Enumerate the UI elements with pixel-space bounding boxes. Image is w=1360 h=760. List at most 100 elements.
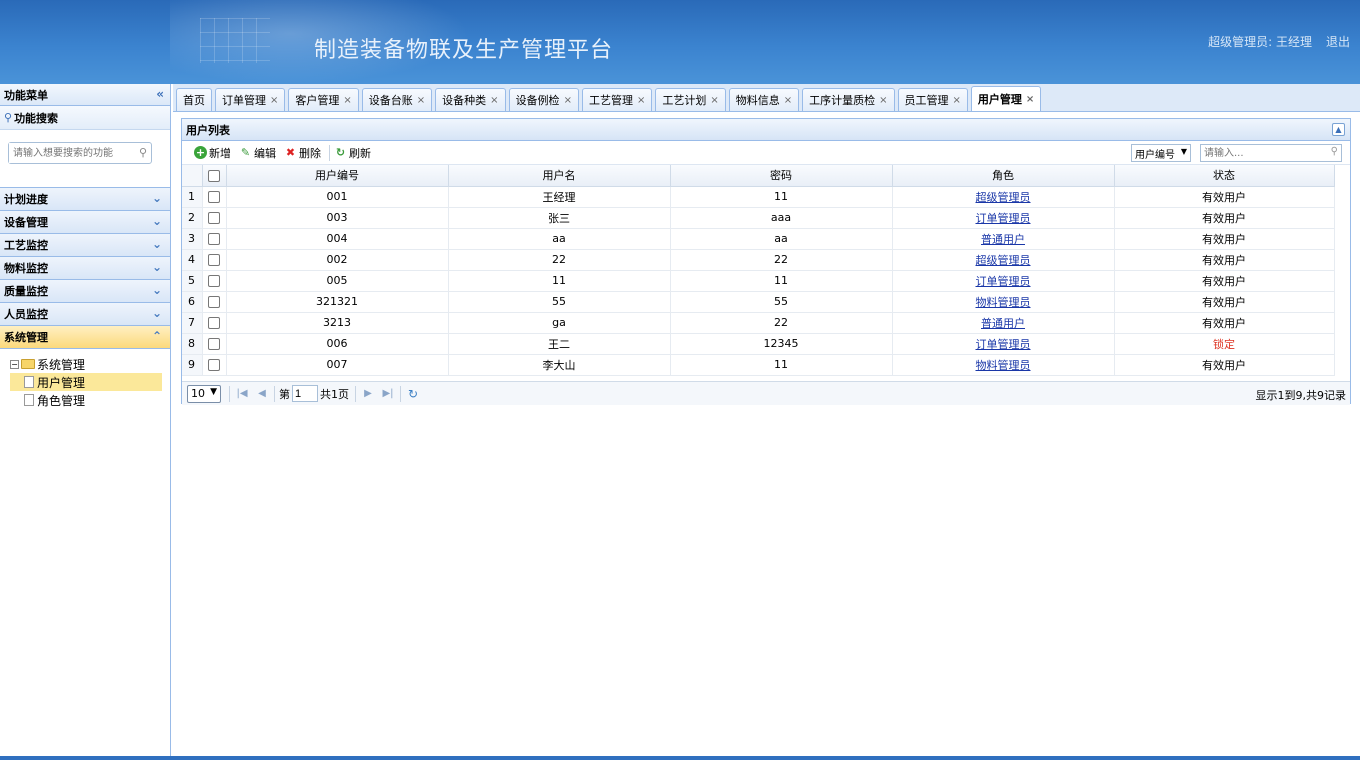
tab-process-plan[interactable]: 工艺计划 × [655, 88, 726, 111]
row-checkbox[interactable] [208, 254, 220, 266]
prev-page-icon[interactable]: ◀ [254, 386, 270, 402]
row-checkbox[interactable] [208, 191, 220, 203]
collapse-icon[interactable]: − [10, 359, 19, 369]
close-icon[interactable]: × [879, 95, 887, 106]
row-checkbox[interactable] [208, 317, 220, 329]
last-page-icon[interactable]: ▶| [380, 386, 396, 402]
close-icon[interactable]: × [343, 95, 351, 106]
row-checkbox[interactable] [208, 338, 220, 350]
role-link[interactable]: 订单管理员 [976, 338, 1031, 351]
table-header-row: 用户编号 用户名 密码 角色 状态 [182, 165, 1335, 187]
plus-icon: + [194, 146, 207, 159]
tab-home[interactable]: 首页 [176, 88, 212, 111]
menu-process[interactable]: 工艺监控 ⌄ [0, 234, 170, 257]
role-link[interactable]: 物料管理员 [976, 296, 1031, 309]
close-icon[interactable]: × [564, 95, 572, 106]
close-icon[interactable]: × [953, 95, 961, 106]
search-icon[interactable]: ⚲ [139, 146, 147, 159]
tab-equipment-ledger[interactable]: 设备台账 × [361, 88, 433, 111]
close-icon[interactable]: × [710, 95, 718, 106]
tab-material-info[interactable]: 物料信息 × [728, 88, 800, 111]
close-icon[interactable]: × [417, 95, 425, 106]
column-header[interactable]: 角色 [892, 165, 1115, 187]
tree-item-user-management[interactable]: 用户管理 [10, 373, 162, 391]
row-checkbox[interactable] [208, 233, 220, 245]
role-link[interactable]: 物料管理员 [976, 359, 1031, 372]
logout-link[interactable]: 退出 [1326, 33, 1350, 50]
table-row[interactable]: 4 002 22 22 超级管理员 有效用户 [182, 249, 1335, 271]
column-header[interactable]: 用户编号 [226, 165, 449, 187]
user-id-cell: 006 [226, 333, 449, 355]
user-name-cell: 22 [448, 249, 671, 271]
row-checkbox[interactable] [208, 359, 220, 371]
header-decoration [200, 18, 270, 63]
menu-material[interactable]: 物料监控 ⌄ [0, 257, 170, 280]
function-search-input[interactable] [9, 143, 129, 163]
tab-process-management[interactable]: 工艺管理 × [581, 88, 653, 111]
table-row[interactable]: 8 006 王二 12345 订单管理员 锁定 [182, 333, 1335, 355]
status-cell: 有效用户 [1114, 249, 1335, 271]
column-header[interactable]: 用户名 [448, 165, 671, 187]
menu-equipment[interactable]: 设备管理 ⌄ [0, 211, 170, 234]
close-icon[interactable]: × [637, 95, 645, 106]
menu-personnel[interactable]: 人员监控 ⌄ [0, 303, 170, 326]
table-row[interactable]: 7 3213 ga 22 普通用户 有效用户 [182, 312, 1335, 334]
user-name-cell: 11 [448, 270, 671, 292]
status-text: 锁定 [1213, 337, 1235, 351]
row-checkbox[interactable] [208, 212, 220, 224]
row-checkbox[interactable] [208, 296, 220, 308]
close-icon[interactable]: × [784, 95, 792, 106]
tab-customers[interactable]: 客户管理 × [288, 88, 359, 111]
menu-label: 质量监控 [4, 285, 48, 298]
tree-item-role-management[interactable]: 角色管理 [10, 391, 162, 409]
refresh-button[interactable]: ↻ 刷新 [334, 145, 371, 161]
next-page-icon[interactable]: ▶ [360, 386, 376, 402]
status-cell: 有效用户 [1114, 291, 1335, 313]
tab-equipment-types[interactable]: 设备种类 × [435, 88, 506, 111]
role-link[interactable]: 订单管理员 [976, 212, 1031, 225]
page-total: 共1页 [320, 387, 349, 401]
tab-quality-inspection[interactable]: 工序计量质检 × [802, 88, 895, 111]
select-all-checkbox[interactable] [208, 169, 220, 182]
menu-label: 系统管理 [4, 331, 48, 344]
table-row[interactable]: 6 321321 55 55 物料管理员 有效用户 [182, 291, 1335, 313]
table-row[interactable]: 1 001 王经理 11 超级管理员 有效用户 [182, 186, 1335, 208]
tab-staff[interactable]: 员工管理 × [897, 88, 968, 111]
table-row[interactable]: 2 003 张三 aaa 订单管理员 有效用户 [182, 207, 1335, 229]
delete-button[interactable]: ✖ 删除 [284, 145, 321, 161]
add-button[interactable]: + 新增 [194, 145, 231, 161]
collapse-left-icon[interactable]: « [156, 87, 164, 101]
tree-root-system[interactable]: − 系统管理 [10, 355, 170, 373]
role-link[interactable]: 普通用户 [981, 317, 1025, 330]
table-search-input[interactable] [1201, 145, 1321, 161]
tab-equipment-inspection[interactable]: 设备例检 × [508, 88, 579, 111]
first-page-icon[interactable]: |◀ [234, 386, 250, 402]
table-row[interactable]: 5 005 11 11 订单管理员 有效用户 [182, 270, 1335, 292]
reload-icon[interactable]: ↻ [405, 386, 421, 402]
column-header[interactable]: 状态 [1114, 165, 1335, 187]
role-link[interactable]: 超级管理员 [976, 191, 1031, 204]
page-number-input[interactable] [292, 385, 318, 402]
dropdown-arrow-icon: ▼ [210, 386, 217, 397]
collapse-up-icon[interactable]: ▲ [1332, 123, 1345, 136]
tab-user-management[interactable]: 用户管理 × [970, 86, 1042, 111]
page-size-select[interactable]: 10 ▼ [187, 384, 221, 403]
table-row[interactable]: 3 004 aa aa 普通用户 有效用户 [182, 228, 1335, 250]
close-icon[interactable]: × [1026, 94, 1034, 105]
column-header[interactable]: 密码 [670, 165, 893, 187]
close-icon[interactable]: × [490, 95, 498, 106]
role-link[interactable]: 超级管理员 [976, 254, 1031, 267]
menu-quality[interactable]: 质量监控 ⌄ [0, 280, 170, 303]
role-link[interactable]: 普通用户 [981, 233, 1025, 246]
table-row[interactable]: 9 007 李大山 11 物料管理员 有效用户 [182, 354, 1335, 376]
close-icon[interactable]: × [270, 95, 278, 106]
search-field-select[interactable]: 用户编号 ▼ [1131, 144, 1191, 162]
menu-plan-progress[interactable]: 计划进度 ⌄ [0, 188, 170, 211]
role-link[interactable]: 订单管理员 [976, 275, 1031, 288]
menu-system[interactable]: 系统管理 ⌃ [0, 326, 170, 349]
search-icon[interactable]: ⚲ [1331, 146, 1338, 157]
edit-button[interactable]: ✎ 编辑 [239, 145, 276, 161]
tab-orders[interactable]: 订单管理 × [215, 88, 286, 111]
tab-label: 设备种类 [442, 94, 487, 107]
row-checkbox[interactable] [208, 275, 220, 287]
